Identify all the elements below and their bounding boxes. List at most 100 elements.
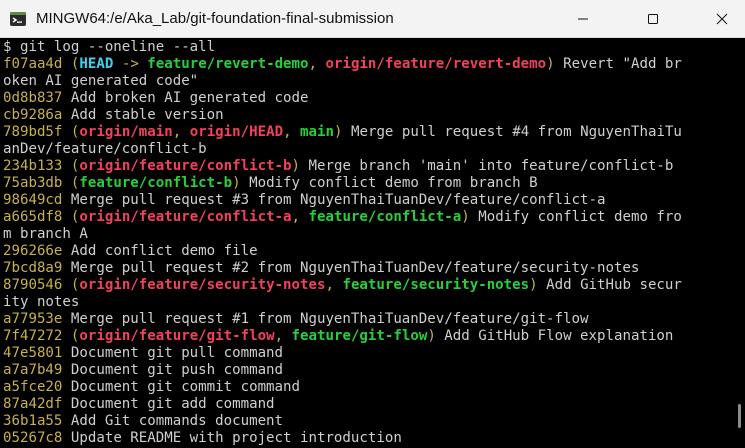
commit-hash: 7bcd8a9	[3, 260, 63, 276]
log-line: oken AI generated code"	[0, 73, 734, 90]
ref-paren: (	[62, 175, 80, 191]
commit-hash: 98649cd	[3, 192, 63, 208]
log-text: Modify conflict demo from branch B	[240, 175, 538, 191]
git-bash-icon	[10, 12, 26, 26]
log-line: 05267c8 Update README with project intro…	[0, 430, 734, 447]
log-text: Merge pull request #1 from NguyenThaiTua…	[62, 311, 589, 327]
commit-hash: 8790546	[3, 277, 63, 293]
log-text: anDev/feature/conflict-b	[3, 141, 207, 157]
head-ref: HEAD	[79, 56, 114, 72]
log-line: a5fce20 Document git commit command	[0, 379, 734, 396]
remote-branch-ref: origin/main	[79, 124, 173, 140]
commit-hash: a7a7b49	[3, 362, 63, 378]
log-text: Merge pull request #2 from NguyenThaiTua…	[62, 260, 640, 276]
log-text: Document git pull command	[62, 345, 284, 361]
log-text: Add broken AI generated code	[62, 90, 309, 106]
ref-paren: )	[232, 175, 241, 191]
ref-arrow: ->	[113, 56, 148, 72]
commit-hash: 7f47272	[3, 328, 63, 344]
log-text: Document git commit command	[62, 379, 300, 395]
minimize-icon	[578, 18, 588, 20]
log-line: f07aa4d (HEAD -> feature/revert-demo, or…	[0, 56, 734, 73]
local-branch-ref: feature/git-flow	[291, 328, 428, 344]
scrollbar-thumb[interactable]	[738, 404, 741, 428]
log-line: 234b133 (origin/feature/conflict-b) Merg…	[0, 158, 734, 175]
local-branch-ref: feature/revert-demo	[147, 56, 309, 72]
ref-paren: (	[62, 277, 80, 293]
commit-hash: cb9286a	[3, 107, 63, 123]
log-text: Document git push command	[62, 362, 284, 378]
log-text: Add GitHub Flow explanation	[435, 328, 674, 344]
maximize-button[interactable]	[630, 0, 676, 38]
local-branch-ref: main	[300, 124, 334, 140]
commit-hash: 234b133	[3, 158, 63, 174]
title-bar[interactable]: MINGW64:/e/Aka_Lab/git-foundation-final-…	[0, 0, 745, 38]
remote-branch-ref: origin/feature/conflict-b	[79, 158, 292, 174]
log-text: ity notes	[3, 294, 80, 310]
log-text: Merge branch 'main' into feature/conflic…	[300, 158, 674, 174]
log-line: m branch A	[0, 226, 734, 243]
ref-paren: )	[546, 56, 555, 72]
log-text: Modify conflict demo fro	[469, 209, 682, 225]
log-line: 8790546 (origin/feature/security-notes, …	[0, 277, 734, 294]
log-text: Add GitHub secur	[537, 277, 682, 293]
ref-separator: ,	[283, 124, 301, 140]
log-line: 75ab3db (feature/conflict-b) Modify conf…	[0, 175, 734, 192]
remote-branch-ref: origin/feature/conflict-a	[79, 209, 292, 225]
close-button[interactable]	[699, 0, 745, 38]
minimize-button[interactable]	[560, 0, 606, 38]
commit-hash: 36b1a55	[3, 413, 63, 429]
ref-separator: ,	[274, 328, 292, 344]
terminal-output[interactable]: $ git log --oneline --all f07aa4d (HEAD -…	[0, 38, 734, 448]
ref-paren: )	[334, 124, 343, 140]
log-line: cb9286a Add stable version	[0, 107, 734, 124]
log-text: Update README with project introduction	[62, 430, 402, 446]
log-line: a77953e Merge pull request #1 from Nguye…	[0, 311, 734, 328]
local-branch-ref: feature/conflict-b	[79, 175, 233, 191]
log-text: Add conflict demo file	[62, 243, 258, 259]
remote-branch-ref: origin/feature/revert-demo	[325, 56, 547, 72]
log-text: m branch A	[3, 226, 88, 242]
commit-hash: 0d8b837	[3, 90, 63, 106]
commit-hash: 47e5801	[3, 345, 63, 361]
log-text: $ git log --oneline --all	[3, 39, 216, 55]
commit-hash: 789bd5f	[3, 124, 63, 140]
log-line: 7bcd8a9 Merge pull request #2 from Nguye…	[0, 260, 734, 277]
ref-separator: ,	[308, 56, 326, 72]
commit-hash: 75ab3db	[3, 175, 63, 191]
log-text: Add stable version	[62, 107, 224, 123]
ref-separator: ,	[325, 277, 343, 293]
ref-paren: (	[62, 328, 80, 344]
ref-paren: (	[62, 56, 80, 72]
ref-paren: )	[529, 277, 538, 293]
commit-hash: a5fce20	[3, 379, 63, 395]
log-line: anDev/feature/conflict-b	[0, 141, 734, 158]
log-line: 36b1a55 Add Git commands document	[0, 413, 734, 430]
log-line: 789bd5f (origin/main, origin/HEAD, main)…	[0, 124, 734, 141]
commit-hash: 296266e	[3, 243, 63, 259]
commit-hash: 87a42df	[3, 396, 63, 412]
command-line: $ git log --oneline --all	[0, 39, 734, 56]
ref-paren: )	[291, 158, 301, 174]
ref-paren: (	[62, 158, 80, 174]
commit-hash: a77953e	[3, 311, 63, 327]
log-text: Merge pull request #3 from NguyenThaiTua…	[62, 192, 606, 208]
commit-hash: 05267c8	[3, 430, 63, 446]
log-line: 296266e Add conflict demo file	[0, 243, 734, 260]
log-line: 87a42df Document git add command	[0, 396, 734, 413]
remote-branch-ref: origin/HEAD	[189, 124, 284, 140]
commit-hash: a665df8	[3, 209, 63, 225]
log-text: oken AI generated code"	[3, 73, 199, 89]
local-branch-ref: feature/security-notes	[342, 277, 530, 293]
vertical-scrollbar[interactable]	[734, 38, 745, 448]
log-line: 7f47272 (origin/feature/git-flow, featur…	[0, 328, 734, 345]
log-line: 0d8b837 Add broken AI generated code	[0, 90, 734, 107]
local-branch-ref: feature/conflict-a	[308, 209, 462, 225]
log-text: Document git add command	[62, 396, 275, 412]
log-text: Add Git commands document	[62, 413, 284, 429]
log-text: Revert "Add br	[554, 56, 682, 72]
log-text: Merge pull request #4 from NguyenThaiTu	[342, 124, 682, 140]
log-line: 98649cd Merge pull request #3 from Nguye…	[0, 192, 734, 209]
ref-paren: )	[427, 328, 436, 344]
ref-separator: ,	[172, 124, 190, 140]
